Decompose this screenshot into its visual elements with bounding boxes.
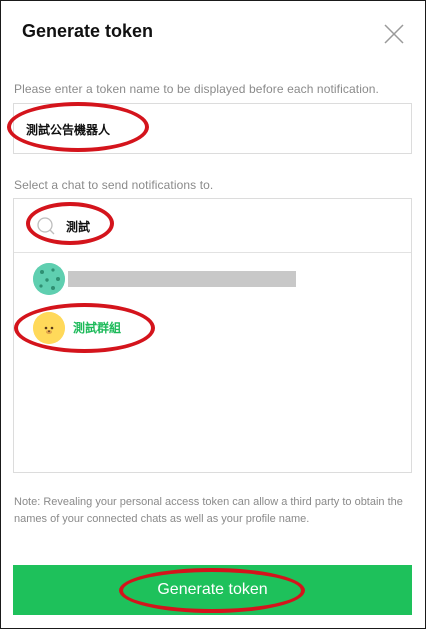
close-icon[interactable] — [381, 21, 407, 47]
dialog-title: Generate token — [22, 21, 154, 41]
token-name-input[interactable] — [26, 119, 396, 139]
chat-list-panel: 測試群組 — [13, 198, 412, 473]
chat-search-row — [14, 199, 411, 253]
chat-name: 測試群組 — [73, 321, 122, 335]
chat-list-item[interactable] — [14, 254, 411, 304]
chat-search-input[interactable] — [66, 217, 386, 235]
search-icon — [37, 217, 55, 235]
chat-list-item-selected[interactable]: 測試群組 — [14, 303, 411, 353]
bear-avatar-icon — [33, 312, 65, 344]
token-name-label: Please enter a token name to be displaye… — [14, 82, 379, 96]
privacy-note: Note: Revealing your personal access tok… — [14, 496, 403, 525]
chat-select-label: Select a chat to send notifications to. — [14, 178, 214, 192]
token-name-field-box — [13, 103, 412, 154]
generate-token-button[interactable]: Generate token — [13, 565, 412, 615]
redacted-chat-name — [68, 271, 296, 287]
generate-token-dialog: Generate token Please enter a token name… — [0, 0, 426, 629]
green-pattern-avatar-icon — [33, 263, 65, 295]
